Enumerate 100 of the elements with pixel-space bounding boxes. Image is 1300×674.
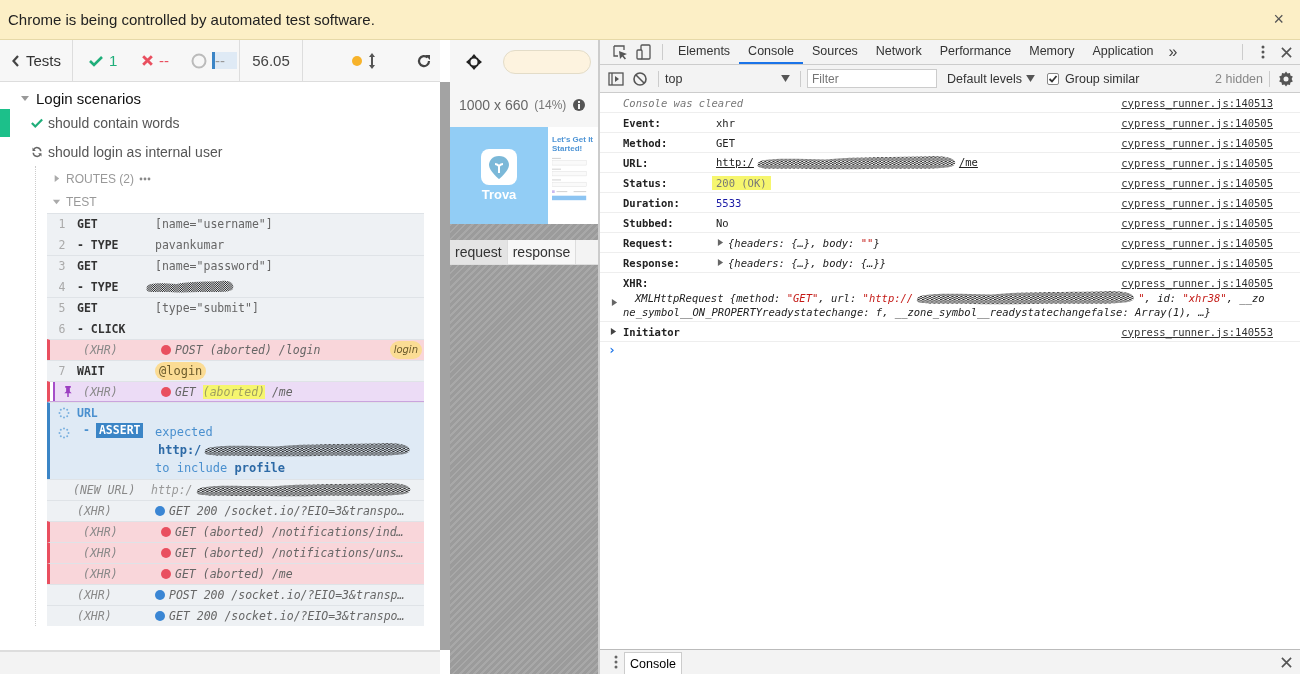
inspect-icon[interactable] xyxy=(612,44,628,60)
group-label[interactable]: Initiator xyxy=(623,325,680,338)
devtools-tab[interactable]: Memory xyxy=(1020,40,1084,64)
reload-icon[interactable] xyxy=(416,52,432,69)
command-name: (XHR) xyxy=(83,567,119,581)
field-value[interactable]: http:/ xyxy=(716,155,754,168)
field-value: xhr xyxy=(716,116,735,129)
console-prompt[interactable]: › xyxy=(608,342,616,357)
expand-icon[interactable] xyxy=(717,239,724,246)
devtools-tab[interactable]: Performance xyxy=(930,40,1021,64)
ellipsis-icon[interactable] xyxy=(139,176,151,181)
command-name: - TYPE xyxy=(77,279,120,294)
expand-icon[interactable] xyxy=(717,259,724,266)
caret-icon[interactable] xyxy=(20,93,30,103)
infobar-message: Chrome is being controlled by automated test software. xyxy=(8,11,376,28)
url-field[interactable] xyxy=(503,50,591,74)
devtools-tab[interactable]: Application xyxy=(1083,40,1163,64)
command-name: GET xyxy=(77,259,99,273)
hidden-count: 2 hidden xyxy=(1215,71,1263,86)
status-dot xyxy=(161,345,171,355)
filter-field[interactable]: Filter xyxy=(807,69,937,88)
request-row[interactable]: (XHR) GET (aborted) /notifications/ind… xyxy=(47,521,424,542)
source-link[interactable]: cypress_runner.js:140505 xyxy=(1121,196,1273,209)
request-row[interactable]: (XHR) GET (aborted) /me xyxy=(47,381,424,402)
close-icon[interactable] xyxy=(1281,46,1292,58)
object-text: , url: xyxy=(818,291,858,305)
devtools-tab[interactable]: Sources xyxy=(803,40,867,64)
command-row[interactable]: 4 - TYPE xyxy=(47,276,424,297)
field-label: Stubbed: xyxy=(623,216,675,229)
more-tabs-button[interactable]: » xyxy=(1162,43,1184,61)
close-button[interactable]: × xyxy=(1269,9,1288,30)
request-row[interactable]: (XHR) GET (aborted) /me xyxy=(47,563,424,584)
field-value: {headers: {…}, body: xyxy=(728,236,856,249)
settings-icon[interactable] xyxy=(1278,70,1294,87)
source-link[interactable]: cypress_runner.js:140505 xyxy=(1121,156,1273,169)
source-link[interactable]: cypress_runner.js:140505 xyxy=(1121,216,1273,229)
source-link[interactable]: cypress_runner.js:140553 xyxy=(1121,325,1273,338)
field-value: No xyxy=(716,216,729,229)
alias-tag: login xyxy=(389,341,422,359)
asserted-value: http:/ xyxy=(158,442,202,459)
context-select[interactable]: top xyxy=(665,71,794,86)
panel-tab[interactable]: response xyxy=(507,240,577,264)
command-name: - CLICK xyxy=(77,321,127,336)
expand-icon[interactable] xyxy=(610,328,617,335)
source-link[interactable]: cypress_runner.js:140505 xyxy=(1121,136,1273,149)
sidebar-toggle-icon[interactable] xyxy=(608,70,624,87)
command-row[interactable]: 2 - TYPE pavankumar xyxy=(47,234,424,255)
command-prefix: - xyxy=(83,423,90,437)
source-link[interactable]: cypress_runner.js:140505 xyxy=(1121,176,1273,189)
test-title[interactable]: should login as internal user xyxy=(48,143,223,160)
source-link[interactable]: cypress_runner.js:140505 xyxy=(1121,116,1273,129)
command-row[interactable]: 7 WAIT @login xyxy=(47,360,424,381)
check-icon xyxy=(89,54,103,67)
source-link[interactable]: cypress_runner.js:140505 xyxy=(1121,256,1273,269)
close-icon[interactable] xyxy=(1281,656,1292,668)
command-name: (XHR) xyxy=(83,384,119,399)
request-row[interactable]: (XHR) GET 200 /socket.io/?EIO=3&transpo… xyxy=(47,605,424,626)
checkbox[interactable] xyxy=(1047,72,1060,85)
drawer-tab[interactable]: Console xyxy=(624,652,682,674)
tests-button[interactable]: Tests xyxy=(0,39,73,82)
command-row[interactable]: 5 GET [type="submit"] xyxy=(47,297,424,318)
status-dot xyxy=(155,590,165,600)
crosshair-icon[interactable] xyxy=(466,54,482,70)
device-icon[interactable] xyxy=(636,44,652,60)
panel-tab[interactable]: request xyxy=(450,240,508,264)
console-message: Console was cleared xyxy=(623,96,744,109)
command-row[interactable]: 3 GET [name="password"] xyxy=(47,255,424,276)
kebab-menu-icon[interactable] xyxy=(1261,45,1265,59)
field-value: } xyxy=(873,236,880,249)
info-icon[interactable] xyxy=(573,99,586,111)
field-value[interactable]: /me xyxy=(958,155,978,168)
levels-dropdown[interactable]: Default levels xyxy=(945,71,1038,86)
kebab-menu-icon[interactable] xyxy=(614,655,618,669)
test-title[interactable]: should contain words xyxy=(48,114,180,131)
field-value: "" xyxy=(860,236,874,249)
devtools-tab[interactable]: Elements xyxy=(669,40,740,64)
clear-console-icon[interactable] xyxy=(632,70,648,87)
field-label: XHR: xyxy=(623,276,650,289)
expand-icon[interactable] xyxy=(611,299,618,306)
suite-title[interactable]: Login scenarios xyxy=(36,89,142,107)
checkbox-label[interactable]: Group similar xyxy=(1065,71,1140,86)
duration: 56.05 xyxy=(240,39,303,82)
command-message: [name="password"] xyxy=(155,259,273,273)
command-row[interactable]: 1 GET [name="username"] xyxy=(47,213,424,234)
line-number: 3 xyxy=(57,259,67,273)
scrollbar[interactable] xyxy=(440,82,450,650)
request-row[interactable]: (XHR) GET (aborted) /notifications/uns… xyxy=(47,542,424,563)
command-row[interactable]: 6 - CLICK xyxy=(47,318,424,339)
source-link[interactable]: cypress_runner.js:140513 xyxy=(1121,96,1273,109)
request-row[interactable]: (XHR) GET 200 /socket.io/?EIO=3&transpo… xyxy=(47,500,424,521)
vertical-arrows-icon[interactable] xyxy=(368,51,376,70)
source-link[interactable]: cypress_runner.js:140505 xyxy=(1121,276,1273,289)
assert-text: expected xyxy=(155,424,214,441)
command-name: GET xyxy=(77,301,99,315)
request-row[interactable]: (XHR) POST (aborted) /login login xyxy=(47,339,424,360)
command-row[interactable]: - ASSERT expected http:/ to include profile xyxy=(47,423,424,479)
request-row[interactable]: (XHR) POST 200 /socket.io/?EIO=3&transp… xyxy=(47,584,424,605)
command-name: URL xyxy=(77,406,99,420)
source-link[interactable]: cypress_runner.js:140505 xyxy=(1121,236,1273,249)
devtools-tab[interactable]: Network xyxy=(866,40,931,64)
